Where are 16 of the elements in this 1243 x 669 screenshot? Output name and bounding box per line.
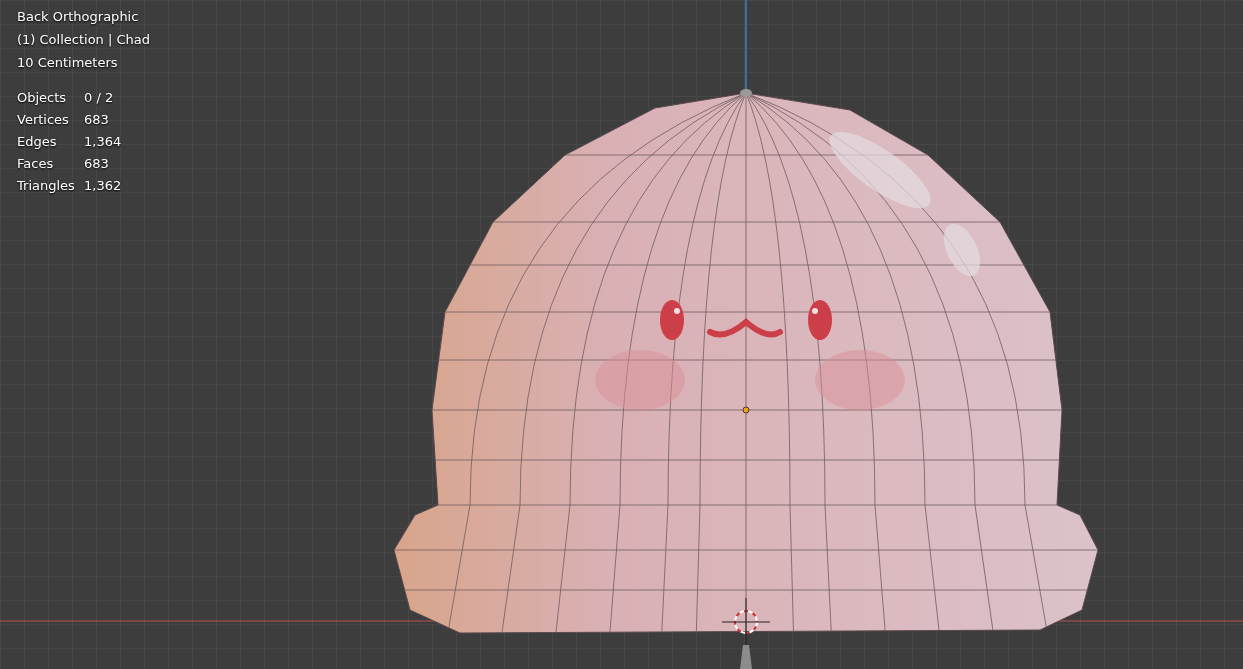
gizmo-handle-icon[interactable]	[740, 645, 752, 669]
3d-cursor-icon	[721, 597, 771, 647]
stat-label: Faces	[17, 155, 55, 173]
view-name: Back Orthographic	[17, 8, 140, 26]
stat-value: 0 / 2	[84, 89, 115, 107]
collection-label: (1) Collection | Chad	[17, 31, 151, 49]
stat-label: Triangles	[17, 177, 76, 195]
stat-label: Objects	[17, 89, 68, 107]
stat-value: 1,364	[84, 133, 123, 151]
grid-scale-label: 10 Centimeters	[17, 54, 119, 72]
stat-value: 683	[84, 155, 110, 173]
stat-label: Vertices	[17, 111, 70, 129]
3d-viewport[interactable]: Back Orthographic (1) Collection | Chad 10 Centimeters Objects 0 / 2 Vertices 683 Edges 1,364 Faces 683 Triangles 1,362	[0, 0, 1243, 669]
stat-value: 1,362	[84, 177, 123, 195]
stat-label: Edges	[17, 133, 58, 151]
stat-value: 683	[84, 111, 110, 129]
